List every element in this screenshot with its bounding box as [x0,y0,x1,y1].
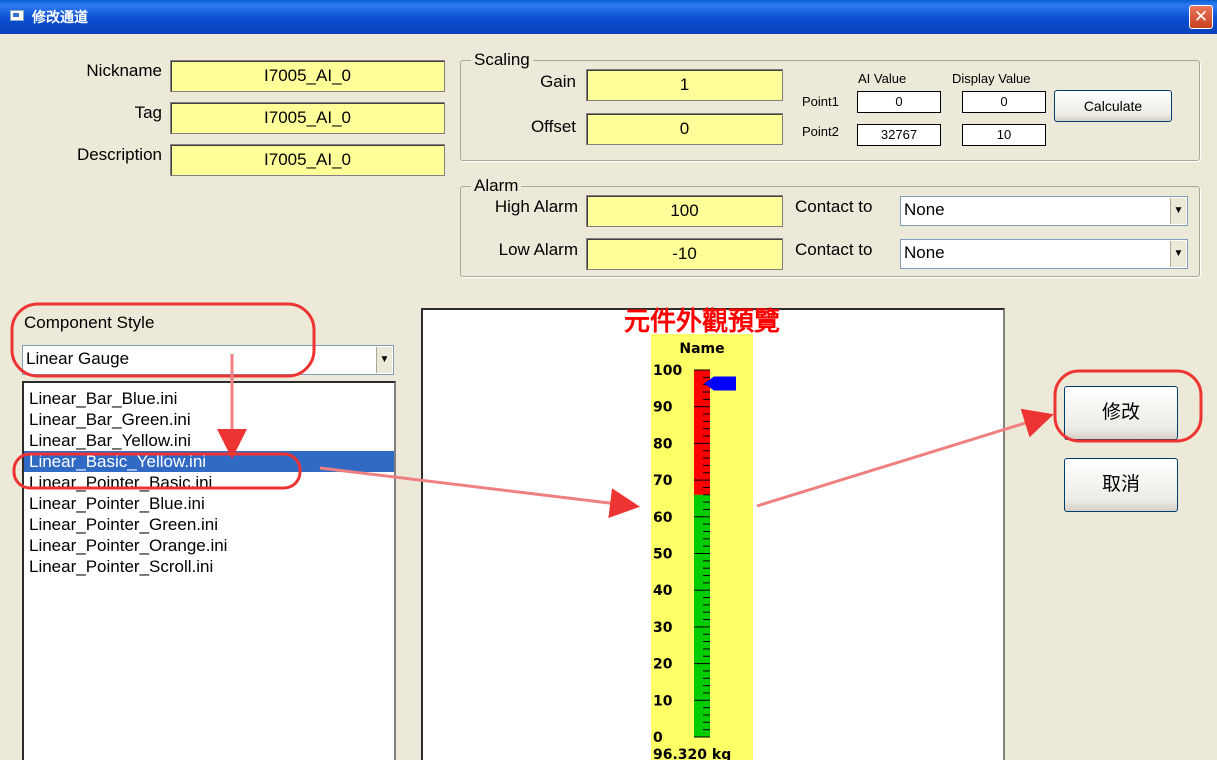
annotation-overlay [10,302,1203,519]
highlight-selected-file [12,452,302,490]
arrow-file-to-preview [319,466,640,519]
arrow-preview-to-modify [756,408,1054,508]
highlight-modify-button [1053,369,1203,443]
highlight-style-select [10,302,316,378]
